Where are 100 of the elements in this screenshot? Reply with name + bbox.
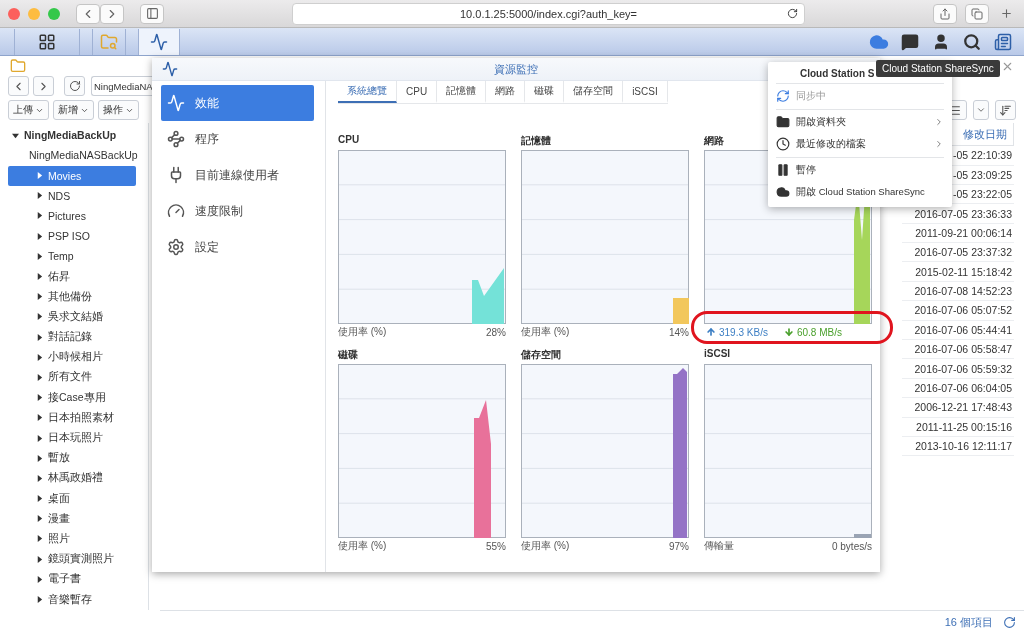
- caret-icon: [36, 555, 43, 563]
- plus-icon: [1000, 7, 1013, 20]
- forward-button[interactable]: [100, 3, 124, 24]
- nav-item[interactable]: 程序: [161, 121, 314, 157]
- forward-button[interactable]: [33, 76, 54, 97]
- process-icon: [167, 130, 185, 148]
- caret-icon: [36, 515, 43, 523]
- tab[interactable]: iSCSI: [623, 81, 668, 103]
- folder-tree-item[interactable]: 桌面: [8, 488, 136, 509]
- action-button[interactable]: 上傳: [8, 100, 49, 121]
- column-header[interactable]: 修改日期: [963, 126, 1007, 142]
- item-count: 16 個項目: [944, 614, 993, 630]
- folder-tree-item[interactable]: NDS: [8, 185, 136, 206]
- caret-icon: [36, 172, 43, 180]
- caret-icon: [36, 232, 43, 240]
- table-cell: 2015-02-11 15:18:42: [902, 262, 1014, 282]
- folder-tree-item[interactable]: PSP ISO: [8, 226, 136, 247]
- folder-tree-item[interactable]: 小時候相片: [8, 347, 136, 368]
- caret-icon: [36, 394, 43, 402]
- folder-tree-item[interactable]: 暫放: [8, 448, 136, 469]
- cloud-icon: [776, 185, 790, 199]
- taskbar-app[interactable]: [138, 28, 180, 55]
- settings-icon: [167, 238, 185, 256]
- sort-button[interactable]: [995, 100, 1016, 121]
- submenu-icon: [934, 117, 944, 127]
- refresh-icon: [68, 80, 81, 93]
- table-cell: 2013-10-16 12:11:17: [902, 437, 1014, 457]
- table-cell: 2016-07-06 05:44:41: [902, 320, 1014, 341]
- caret-icon: [36, 353, 43, 361]
- folder-tree-item[interactable]: 照片: [8, 528, 136, 550]
- tab[interactable]: 系統總覽: [338, 81, 397, 103]
- window-title: 資源監控: [494, 61, 538, 77]
- folder-tree-item[interactable]: 吳求文結婚: [8, 306, 136, 327]
- menu-title: Cloud Station S: [800, 66, 875, 81]
- caret-icon: [12, 131, 19, 139]
- table-cell: 2016-07-06 05:59:32: [902, 359, 1014, 379]
- nav-item[interactable]: 設定: [161, 229, 314, 265]
- metric-reading: 97%: [669, 540, 689, 552]
- folder-tree-item[interactable]: 鏡頭實測照片: [8, 549, 136, 570]
- upload-speed: 319.3 KB/s: [719, 326, 768, 338]
- menu-item[interactable]: 開啟資料夾: [776, 111, 944, 133]
- folder-tree-item[interactable]: Movies: [8, 165, 136, 186]
- table-cell: 2016-07-06 06:04:05: [902, 378, 1014, 399]
- pause-icon: [776, 163, 790, 177]
- folder-tree-item[interactable]: Temp: [8, 246, 136, 267]
- folder-tree-item[interactable]: 其他備份: [8, 286, 136, 307]
- submenu-icon: [934, 139, 944, 149]
- performance-icon: [167, 94, 185, 112]
- tabs-icon: [971, 7, 983, 20]
- caret-icon: [36, 192, 43, 200]
- refresh-icon[interactable]: [1003, 615, 1016, 629]
- tab[interactable]: 記憶體: [437, 81, 487, 103]
- nav-item[interactable]: 效能: [161, 85, 314, 121]
- caret-icon: [36, 495, 43, 503]
- metric-reading: 55%: [486, 540, 506, 552]
- activity-icon: [150, 32, 168, 51]
- folder-tree-item[interactable]: 佑昇: [8, 266, 136, 287]
- table-cell: 2006-12-21 17:48:43: [902, 398, 1014, 418]
- chart-title: CPU: [338, 134, 360, 147]
- action-button[interactable]: 操作: [98, 100, 139, 121]
- close-button[interactable]: [8, 7, 20, 20]
- metric-label: 使用率 (%): [338, 325, 387, 339]
- back-button[interactable]: [8, 76, 29, 97]
- folder-tree-item[interactable]: 日本拍照素材: [8, 407, 136, 428]
- taskbar-app[interactable]: [14, 28, 80, 55]
- caret-icon: [36, 374, 43, 381]
- back-button[interactable]: [76, 3, 100, 24]
- tab[interactable]: 磁碟: [525, 81, 565, 103]
- caret-icon: [36, 333, 43, 341]
- sidebar-button[interactable]: [140, 3, 164, 24]
- folder-tree-item[interactable]: 接Case專用: [8, 387, 136, 408]
- folder-tree-item[interactable]: 對話記錄: [8, 327, 136, 348]
- tab[interactable]: CPU: [397, 81, 438, 103]
- download-speed: 60.8 MB/s: [796, 326, 842, 338]
- caret-icon: [36, 313, 43, 321]
- folder-tree-item[interactable]: NingMediaBackUp: [8, 125, 136, 146]
- folder-tree-item[interactable]: 電子書: [8, 569, 136, 590]
- folder-tree-item[interactable]: 所有文件: [8, 367, 136, 388]
- folder-tree-item[interactable]: Pictures: [8, 205, 136, 227]
- nav-item[interactable]: 速度限制: [161, 193, 314, 229]
- refresh-button[interactable]: [64, 76, 85, 97]
- tab[interactable]: 網路: [486, 81, 526, 103]
- reload-icon[interactable]: [787, 8, 798, 19]
- folder-icon: [10, 58, 26, 74]
- nav-item[interactable]: 目前連線使用者: [161, 157, 314, 193]
- action-button[interactable]: 新增: [53, 100, 94, 121]
- folder-tree-item[interactable]: 林禹政婚禮: [8, 468, 136, 489]
- sort-icon: [999, 103, 1012, 117]
- caret-icon: [36, 434, 43, 442]
- caret-icon: [36, 414, 43, 422]
- tab[interactable]: 儲存空間: [564, 81, 624, 103]
- folder-tree-item[interactable]: 漫畫: [8, 508, 136, 529]
- caret-icon: [36, 474, 43, 482]
- address-field[interactable]: 10.0.1.25:5000/index.cgi?auth_key=: [292, 2, 805, 25]
- sync-icon: [776, 89, 790, 103]
- metric-label: 使用率 (%): [521, 325, 570, 339]
- caret-icon: [36, 454, 43, 462]
- folder-tree-item[interactable]: NingMediaNASBackUp: [8, 145, 136, 166]
- folder-tree-item[interactable]: 音樂暫存: [8, 589, 136, 610]
- folder-tree-item[interactable]: 日本玩照片: [8, 427, 136, 449]
